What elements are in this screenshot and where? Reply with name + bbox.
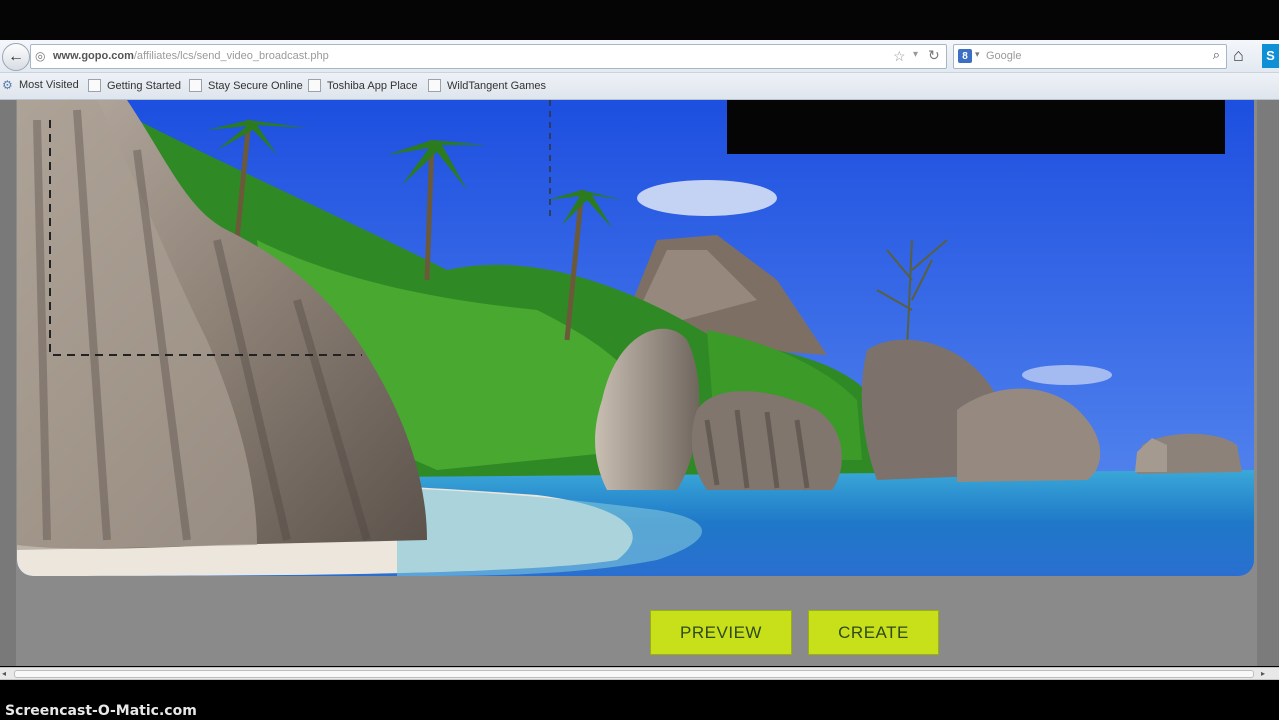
page-icon	[189, 79, 202, 92]
bookmark-stay-secure-online[interactable]: Stay Secure Online	[189, 79, 303, 92]
search-input[interactable]: Google	[986, 50, 1021, 62]
beach-scene-illustration	[17, 100, 1254, 576]
page-icon	[428, 79, 441, 92]
beach-banner-image	[17, 100, 1254, 576]
search-engine-icon[interactable]: 8	[958, 49, 972, 63]
home-icon[interactable]: ⌂	[1233, 45, 1244, 66]
page-right-margin	[1257, 100, 1279, 666]
url-domain: www.gopo.com	[53, 50, 134, 62]
bookmark-label: WildTangent Games	[447, 79, 547, 92]
create-button[interactable]: CREATE	[808, 610, 939, 655]
search-engine-dropdown[interactable]: ▾	[975, 49, 980, 60]
bookmark-label: Getting Started	[107, 79, 181, 92]
page-icon	[308, 79, 321, 92]
star-icon[interactable]: ☆	[893, 48, 906, 65]
search-icon[interactable]: ⌕	[1213, 47, 1220, 63]
redacted-overlay	[727, 100, 1225, 154]
url-text[interactable]: www.gopo.com/affiliates/lcs/send_video_b…	[53, 50, 329, 62]
page-content: PREVIEW CREATE	[0, 100, 1279, 666]
horizontal-scrollbar[interactable]: ◂ ▸	[0, 667, 1279, 680]
preview-button[interactable]: PREVIEW	[650, 610, 792, 655]
chevron-down-icon[interactable]: ▾	[913, 49, 918, 60]
page-left-margin	[0, 100, 16, 666]
globe-icon: ◎	[35, 49, 46, 63]
bookmark-wildtangent-games[interactable]: WildTangent Games	[428, 79, 546, 92]
screencast-watermark: Screencast-O-Matic.com	[5, 703, 197, 719]
screen-top-border	[0, 0, 1279, 40]
back-arrow-icon: ←	[8, 48, 24, 65]
page-icon	[88, 79, 101, 92]
url-path: /affiliates/lcs/send_video_broadcast.php	[133, 50, 329, 62]
scroll-right-icon[interactable]: ▸	[1261, 669, 1265, 678]
gear-icon: ⚙	[2, 77, 13, 92]
scrollbar-thumb[interactable]	[14, 670, 1254, 678]
bookmark-most-visited[interactable]: ⚙ Most Visited	[2, 77, 79, 92]
navigation-toolbar: ← ◎ www.gopo.com/affiliates/lcs/send_vid…	[0, 40, 1279, 73]
search-bar[interactable]: 8 ▾ Google ⌕	[953, 44, 1227, 69]
url-bar[interactable]: ◎ www.gopo.com/affiliates/lcs/send_video…	[30, 44, 947, 69]
back-button[interactable]: ←	[2, 43, 30, 71]
bookmark-label: Toshiba App Place	[327, 79, 418, 92]
reload-icon[interactable]: ↻	[928, 47, 940, 64]
bookmark-toshiba-app-place[interactable]: Toshiba App Place	[308, 79, 418, 92]
skype-icon[interactable]: S	[1262, 44, 1279, 68]
bookmarks-toolbar: ⚙ Most Visited Getting Started Stay Secu…	[0, 73, 1279, 100]
scroll-left-icon[interactable]: ◂	[2, 669, 6, 678]
bookmark-label: Stay Secure Online	[208, 79, 303, 92]
bookmark-label: Most Visited	[19, 79, 79, 91]
bookmark-getting-started[interactable]: Getting Started	[88, 79, 181, 92]
